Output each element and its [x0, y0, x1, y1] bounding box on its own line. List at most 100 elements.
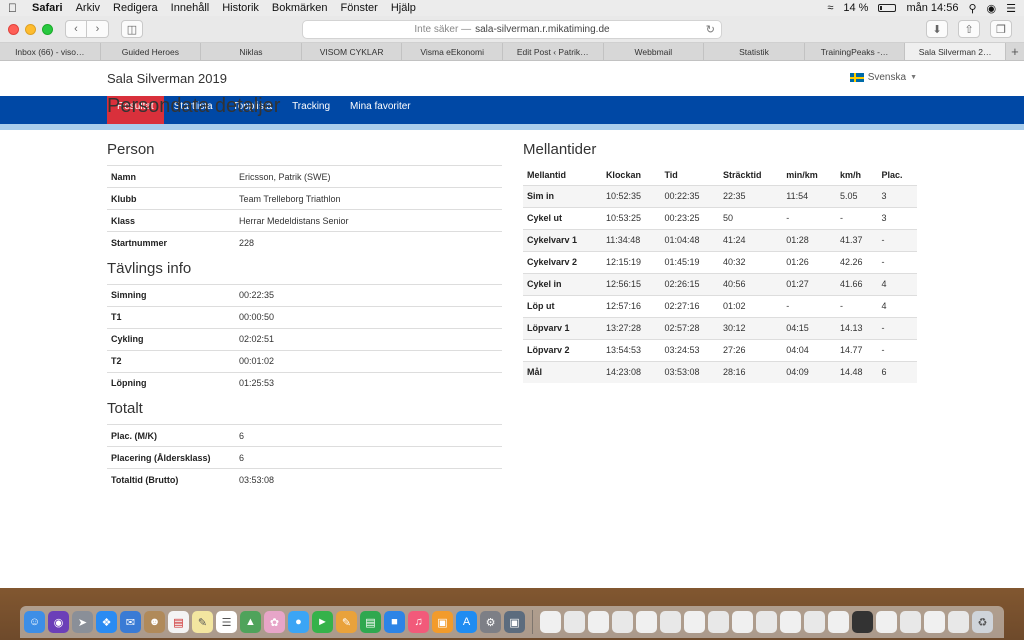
siri-dock-icon[interactable]: ◉ [48, 611, 69, 633]
table-row: Löpvarv 1 13:27:28 02:57:28 30:12 04:15 14.13… [523, 316, 917, 339]
forward-button[interactable]: › [87, 20, 109, 38]
maps-icon[interactable]: ▲ [240, 611, 261, 633]
address-bar[interactable]: Inte säker — sala-silverman.r.mikatiming… [302, 20, 722, 39]
table-cell: 03:24:53 [660, 338, 719, 361]
battery-icon[interactable] [878, 4, 897, 12]
safari-dock-icon[interactable]: ❖ [96, 611, 117, 633]
menu-innehall[interactable]: Innehåll [171, 2, 210, 14]
notes-icon[interactable]: ✎ [192, 611, 213, 633]
table-cell: 14.77 [835, 338, 878, 361]
document-thumbnail-icon[interactable] [900, 611, 921, 633]
contacts-icon[interactable]: ☻ [144, 611, 165, 633]
table-cell: 28:16 [719, 360, 783, 383]
document-thumbnail-icon[interactable] [684, 611, 705, 633]
apple-icon[interactable]:  [8, 1, 22, 15]
wifi-icon[interactable]: ≈ [827, 2, 833, 14]
table-cell: 12:15:19 [601, 250, 661, 273]
books-icon[interactable]: ▣ [432, 611, 453, 633]
tab-visom-cyklar[interactable]: VISOM CYKLAR [302, 43, 403, 60]
search-icon[interactable]: ⚲ [968, 2, 976, 15]
person-heading: Person [107, 141, 155, 158]
table-cell: - [877, 316, 917, 339]
document-thumbnail-icon[interactable] [588, 611, 609, 633]
document-thumbnail-icon[interactable] [804, 611, 825, 633]
tab-visma[interactable]: Visma eEkonomi [402, 43, 503, 60]
list-icon[interactable]: ☰ [1006, 2, 1016, 15]
history-nav: ‹ › [65, 20, 109, 38]
table-row: Plac. (M/K) 6 [107, 424, 502, 447]
document-thumbnail-icon[interactable] [612, 611, 633, 633]
messages-icon[interactable]: ● [288, 611, 309, 633]
downloads-icon[interactable]: ⬇ [926, 20, 948, 38]
tab-guided-heroes[interactable]: Guided Heroes [101, 43, 202, 60]
reminders-icon[interactable]: ☰ [216, 611, 237, 633]
document-thumbnail-icon[interactable] [564, 611, 585, 633]
document-thumbnail-icon[interactable] [828, 611, 849, 633]
battery-percent: 14 % [843, 2, 869, 14]
nav-tracking[interactable]: Tracking [282, 96, 340, 124]
menu-historik[interactable]: Historik [222, 2, 259, 14]
tab-statistik[interactable]: Statistik [704, 43, 805, 60]
tabs-overview-icon[interactable]: ❐ [990, 20, 1012, 38]
facetime-icon[interactable]: ► [312, 611, 333, 633]
tab-inbox[interactable]: Inbox (66) - viso… [0, 43, 101, 60]
trash-icon[interactable]: ♻ [972, 611, 993, 633]
system-preferences-icon[interactable]: ⚙ [480, 611, 501, 633]
site-title[interactable]: Sala Silverman 2019 [107, 71, 227, 86]
reload-icon[interactable]: ↻ [706, 23, 715, 36]
menu-app-name[interactable]: Safari [32, 2, 63, 14]
language-selector[interactable]: Svenska ▼ [849, 72, 917, 83]
document-thumbnail-icon[interactable] [732, 611, 753, 633]
document-thumbnail-icon[interactable] [924, 611, 945, 633]
app-store-icon[interactable]: A [456, 611, 477, 633]
document-thumbnail-icon[interactable] [660, 611, 681, 633]
document-thumbnail-icon[interactable] [852, 611, 873, 633]
back-button[interactable]: ‹ [65, 20, 87, 38]
pages-icon[interactable]: ✎ [336, 611, 357, 633]
sidebar-toggle-icon[interactable]: ◫ [121, 20, 143, 38]
document-thumbnail-icon[interactable] [636, 611, 657, 633]
document-thumbnail-icon[interactable] [540, 611, 561, 633]
finder-icon[interactable]: ☺ [24, 611, 45, 633]
launchpad-icon[interactable]: ➤ [72, 611, 93, 633]
document-thumbnail-icon[interactable] [876, 611, 897, 633]
minimize-window-button[interactable] [25, 23, 36, 35]
siri-icon[interactable]: ◉ [987, 2, 997, 15]
share-icon[interactable]: ⇧ [958, 20, 980, 38]
table-cell: 50 [719, 206, 783, 229]
table-row: Mål 14:23:08 03:53:08 28:16 04:09 14.48 6 [523, 360, 917, 383]
menu-arkiv[interactable]: Arkiv [76, 2, 100, 14]
row-label: Plac. (M/K) [107, 424, 235, 447]
document-thumbnail-icon[interactable] [708, 611, 729, 633]
mail-icon[interactable]: ✉ [120, 611, 141, 633]
numbers-icon[interactable]: ▤ [360, 611, 381, 633]
document-thumbnail-icon[interactable] [948, 611, 969, 633]
document-thumbnail-icon[interactable] [780, 611, 801, 633]
mac-menubar:  Safari Arkiv Redigera Innehåll Histori… [0, 0, 1024, 16]
tab-trainingpeaks[interactable]: TrainingPeaks -… [805, 43, 906, 60]
music-icon[interactable]: ♫ [408, 611, 429, 633]
calendar-icon[interactable]: ▤ [168, 611, 189, 633]
keynote-icon[interactable]: ■ [384, 611, 405, 633]
document-thumbnail-icon[interactable] [756, 611, 777, 633]
menu-hjalp[interactable]: Hjälp [391, 2, 416, 14]
tab-niklas[interactable]: Niklas [201, 43, 302, 60]
table-cell: Mål [523, 360, 602, 383]
tab-edit-post[interactable]: Edit Post ‹ Patrik… [503, 43, 604, 60]
nav-mina-favoriter[interactable]: Mina favoriter [340, 96, 421, 124]
preview-icon[interactable]: ▣ [504, 611, 525, 633]
tab-webbmail[interactable]: Webbmail [604, 43, 705, 60]
tab-sala-silverman[interactable]: Sala Silverman 2… [905, 43, 1006, 60]
clock[interactable]: mån 14:56 [906, 2, 958, 14]
table-cell: Löpvarv 2 [523, 338, 602, 361]
menu-bokmarken[interactable]: Bokmärken [272, 2, 328, 14]
menu-fonster[interactable]: Fönster [341, 2, 378, 14]
table-cell: 01:27 [782, 272, 836, 295]
menu-redigera[interactable]: Redigera [113, 2, 158, 14]
close-window-button[interactable] [8, 23, 19, 35]
table-row: Cykel in 12:56:15 02:26:15 40:56 01:27 41.66 4 [523, 272, 917, 295]
table-cell: 30:12 [719, 316, 783, 339]
new-tab-button[interactable]: + [1006, 43, 1024, 60]
photos-icon[interactable]: ✿ [264, 611, 285, 633]
zoom-window-button[interactable] [42, 23, 53, 35]
